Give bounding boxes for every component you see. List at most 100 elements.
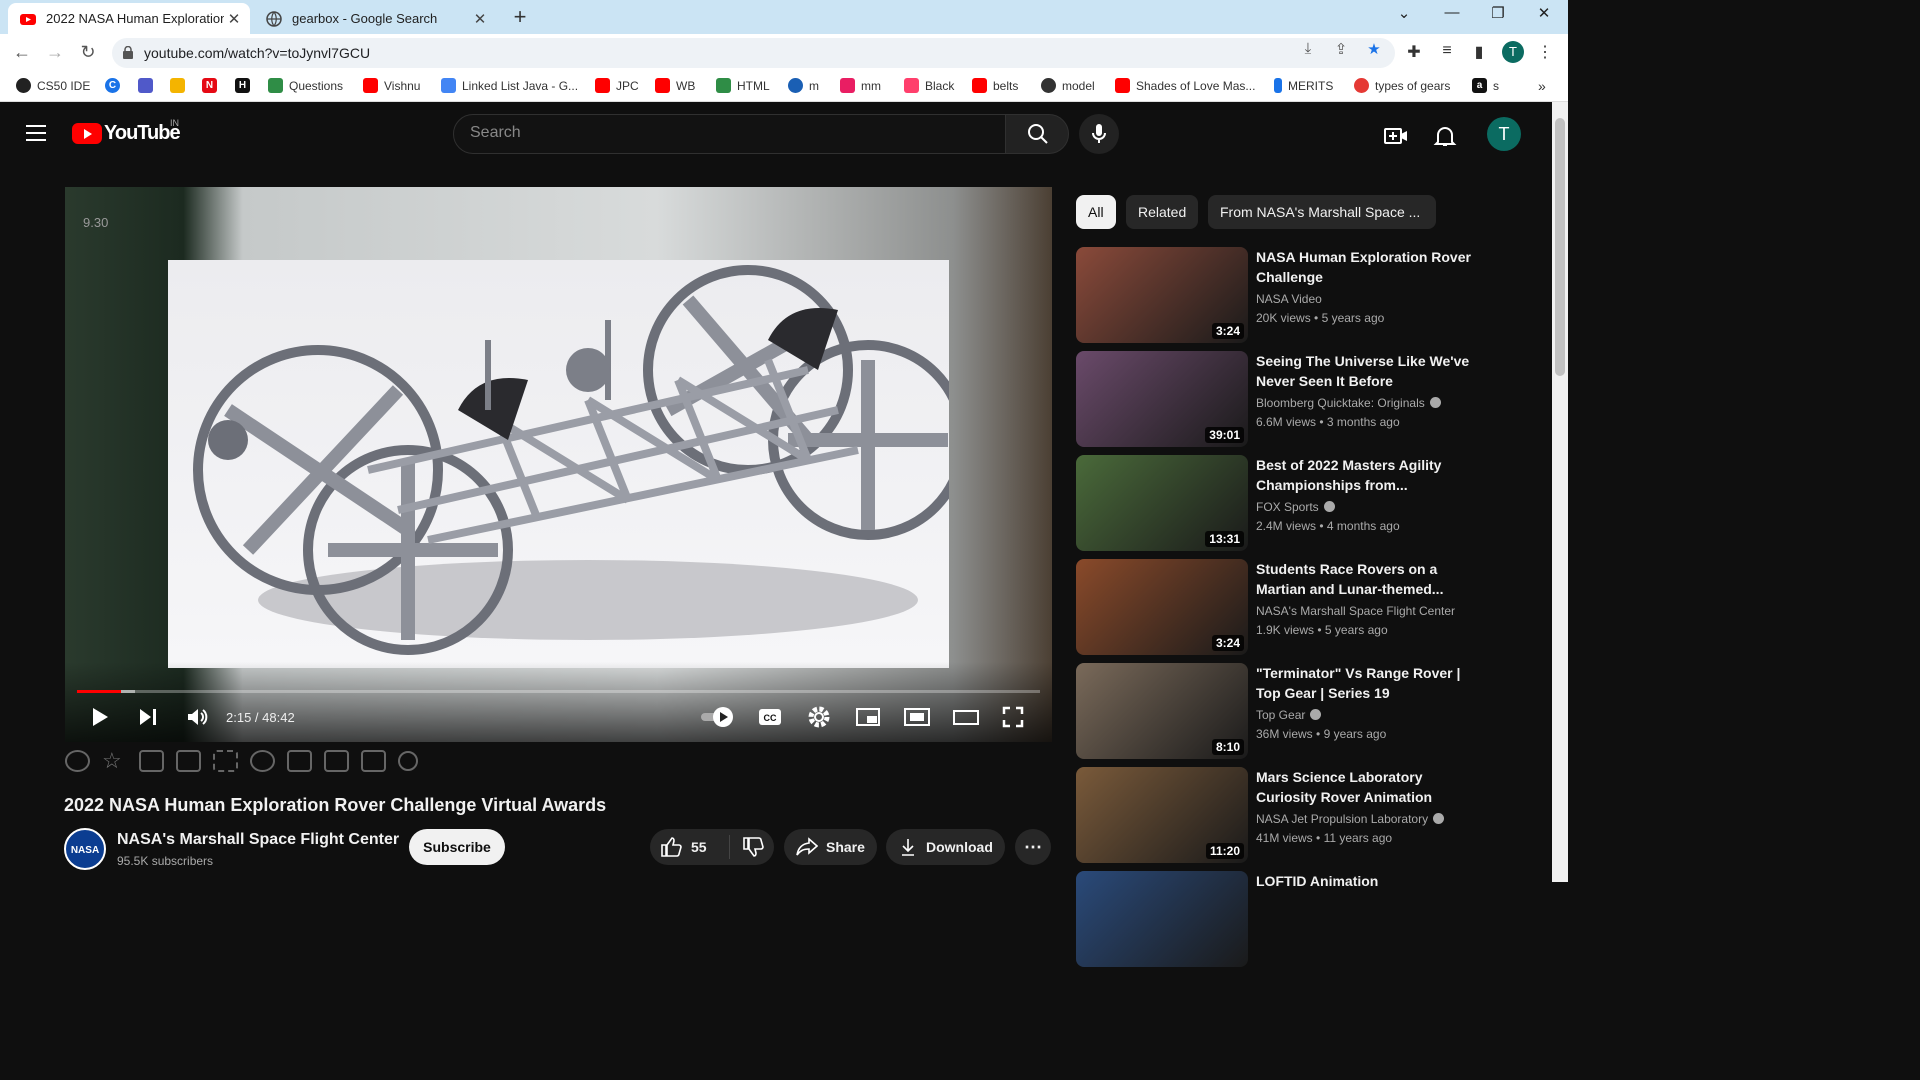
close-window-icon[interactable]: ✕ xyxy=(1532,4,1556,22)
bookmark-item[interactable]: m xyxy=(788,78,819,93)
more-actions-icon[interactable]: ⋯ xyxy=(1015,829,1051,865)
recommendation-item[interactable]: 39:01 Seeing The Universe Like We've Neve… xyxy=(1076,351,1546,447)
recommendation-title[interactable]: Best of 2022 Masters Agility Championshi… xyxy=(1256,455,1476,495)
recommendation-item[interactable]: 11:20 Mars Science Laboratory Curiosity R… xyxy=(1076,767,1546,863)
video-thumbnail[interactable]: 3:24 xyxy=(1076,247,1248,343)
bookmark-item[interactable]: Black xyxy=(904,78,954,93)
hamburger-menu-icon[interactable] xyxy=(26,125,46,146)
theater-mode-icon[interactable] xyxy=(952,705,980,729)
youtube-logo[interactable]: YouTube IN xyxy=(72,118,181,145)
tab-close-icon[interactable]: ✕ xyxy=(224,10,244,28)
volume-icon[interactable] xyxy=(185,705,209,729)
channel-avatar[interactable]: NASA xyxy=(64,828,106,870)
bookmark-item[interactable]: Questions xyxy=(268,78,343,93)
back-icon[interactable]: ← xyxy=(10,42,34,63)
bookmark-item[interactable]: H xyxy=(235,78,256,93)
media-controls-icon[interactable]: ≡ xyxy=(1436,42,1458,60)
recommendation-title[interactable]: Seeing The Universe Like We've Never See… xyxy=(1256,351,1476,391)
settings-gear-icon[interactable] xyxy=(807,705,831,729)
thumbs-down-icon[interactable] xyxy=(742,836,764,858)
video-thumbnail[interactable]: 3:24 xyxy=(1076,559,1248,655)
chip-related[interactable]: Related xyxy=(1126,195,1199,229)
download-button[interactable]: Download xyxy=(886,829,1005,865)
recommendation-item[interactable]: 3:24 Students Race Rovers on a Martian an… xyxy=(1076,559,1546,655)
autoplay-toggle-icon[interactable] xyxy=(699,705,737,729)
speed-gauge-icon[interactable] xyxy=(250,750,275,772)
bookmark-item[interactable]: CS50 IDE xyxy=(16,78,90,93)
bookmark-item[interactable]: as xyxy=(1472,78,1499,93)
chip-all[interactable]: All xyxy=(1076,195,1116,229)
play-icon[interactable] xyxy=(89,705,111,729)
recommendation-title[interactable]: LOFTID Animation xyxy=(1256,871,1476,891)
extension-settings-icon[interactable] xyxy=(398,751,418,771)
recommendation-item[interactable]: 8:10 "Terminator" Vs Range Rover | Top Ge… xyxy=(1076,663,1546,759)
scrollbar-thumb[interactable] xyxy=(1555,118,1565,376)
miniplayer-icon[interactable] xyxy=(855,705,881,729)
account-avatar[interactable]: T xyxy=(1487,117,1521,151)
next-video-icon[interactable] xyxy=(137,705,159,729)
restore-icon[interactable]: ❐ xyxy=(1486,4,1510,22)
search-input[interactable] xyxy=(470,124,990,142)
bookmark-item[interactable]: Linked List Java - G... xyxy=(441,78,578,93)
bookmark-item[interactable]: WB xyxy=(655,78,695,93)
bookmark-item[interactable]: model xyxy=(1041,78,1095,93)
bookmark-item[interactable]: JPC xyxy=(595,78,639,93)
keyboard-icon[interactable] xyxy=(361,750,386,772)
recommendation-channel[interactable]: FOX Sports xyxy=(1256,500,1335,514)
recommendation-item[interactable]: LOFTID Animation xyxy=(1076,871,1546,967)
address-bar[interactable]: youtube.com/watch?v=toJynvl7GCU xyxy=(112,38,1395,68)
video-thumbnail[interactable]: 11:20 xyxy=(1076,767,1248,863)
bookmark-star-icon[interactable]: ★ xyxy=(1364,40,1384,58)
recommendation-channel[interactable]: Top Gear xyxy=(1256,708,1322,722)
share-button[interactable]: Share xyxy=(784,829,877,865)
recommendation-title[interactable]: NASA Human Exploration Rover Challenge xyxy=(1256,247,1476,287)
progress-bar[interactable] xyxy=(77,690,1040,693)
bookmark-item[interactable]: C xyxy=(105,78,126,93)
bookmark-item[interactable]: HTML xyxy=(716,78,770,93)
broadcast-icon[interactable] xyxy=(65,750,90,772)
video-thumbnail[interactable]: 13:31 xyxy=(1076,455,1248,551)
video-thumbnail[interactable]: 8:10 xyxy=(1076,663,1248,759)
recommendation-channel[interactable]: NASA Video xyxy=(1256,292,1322,306)
reload-icon[interactable]: ↻ xyxy=(76,42,100,63)
browser-menu-icon[interactable]: ⋮ xyxy=(1534,42,1556,62)
side-panel-icon[interactable]: ▮ xyxy=(1468,42,1490,62)
star-icon[interactable]: ☆ xyxy=(102,750,127,772)
like-button[interactable]: 55 xyxy=(650,835,730,859)
recommendation-title[interactable]: Mars Science Laboratory Curiosity Rover … xyxy=(1256,767,1476,807)
ai-enhance-icon[interactable] xyxy=(287,750,312,772)
bookmark-item[interactable]: belts xyxy=(972,78,1018,93)
recommendation-channel[interactable]: NASA's Marshall Space Flight Center xyxy=(1256,604,1455,618)
bookmark-item[interactable] xyxy=(170,78,191,93)
video-thumbnail[interactable] xyxy=(1076,871,1248,967)
bookmark-item[interactable] xyxy=(138,78,159,93)
forward-icon[interactable]: → xyxy=(43,42,67,63)
minimize-icon[interactable]: — xyxy=(1440,4,1464,21)
recommendation-channel[interactable]: Bloomberg Quicktake: Originals xyxy=(1256,396,1441,410)
screenshot-camera-icon[interactable] xyxy=(324,750,349,772)
bookmark-item[interactable]: mm xyxy=(840,78,881,93)
bookmark-item[interactable]: MERITS xyxy=(1274,78,1333,93)
channel-name[interactable]: NASA's Marshall Space Flight Center xyxy=(117,831,399,849)
share-page-icon[interactable]: ⇪ xyxy=(1331,40,1351,58)
subtitles-cc-icon[interactable]: CC xyxy=(758,705,782,729)
voice-search-button[interactable] xyxy=(1079,114,1119,154)
tab-search-icon[interactable]: ⌄ xyxy=(1392,4,1416,22)
fullscreen-icon[interactable] xyxy=(1001,705,1025,729)
more-bookmarks-icon[interactable]: » xyxy=(1538,78,1546,94)
tab-youtube[interactable]: 2022 NASA Human Exploration R ✕ xyxy=(8,3,250,34)
create-video-icon[interactable] xyxy=(1384,124,1408,148)
recommendation-item[interactable]: 3:24 NASA Human Exploration Rover Challen… xyxy=(1076,247,1546,343)
recommendation-title[interactable]: Students Race Rovers on a Martian and Lu… xyxy=(1256,559,1476,599)
playlist-eye-icon[interactable] xyxy=(139,750,164,772)
video-thumbnail[interactable]: 39:01 xyxy=(1076,351,1248,447)
recommendation-item[interactable]: 13:31 Best of 2022 Masters Agility Champi… xyxy=(1076,455,1546,551)
bookmark-item[interactable]: Vishnu xyxy=(363,78,420,93)
bookmark-item[interactable]: N xyxy=(202,78,223,93)
new-tab-icon[interactable]: + xyxy=(508,4,532,30)
frame-icon[interactable] xyxy=(213,750,238,772)
chip-from-channel[interactable]: From NASA's Marshall Space ... xyxy=(1208,195,1436,229)
recommendation-channel[interactable]: NASA Jet Propulsion Laboratory xyxy=(1256,812,1445,826)
video-player[interactable]: 9.30 2:15 / 48:42 CC xyxy=(65,187,1052,742)
picture-in-picture-icon[interactable] xyxy=(903,705,931,729)
